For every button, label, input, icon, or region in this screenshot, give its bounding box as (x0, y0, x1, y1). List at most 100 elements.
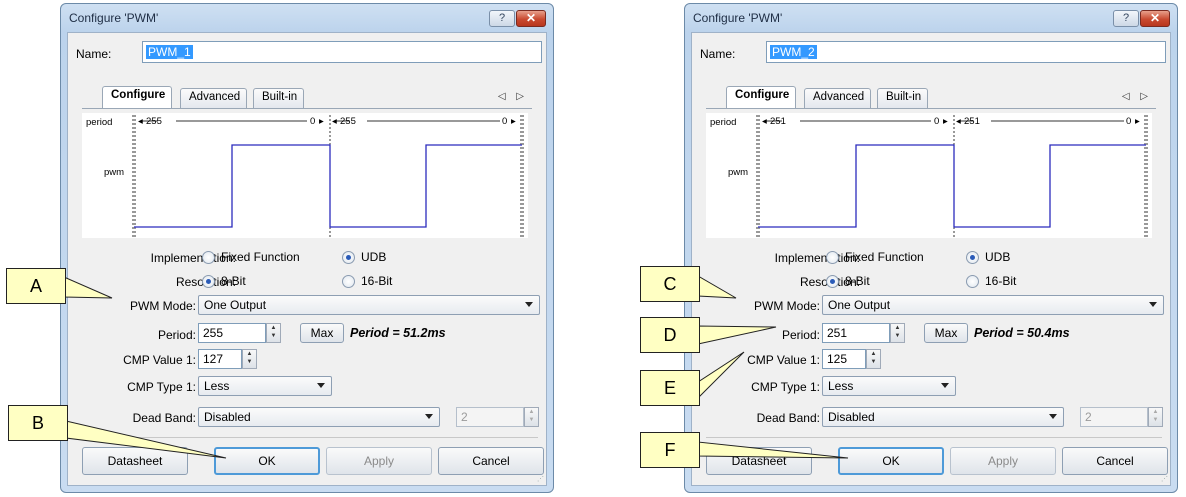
name-value: PWM_1 (146, 45, 193, 59)
name-label: Name: (76, 47, 112, 61)
tab-built-in[interactable]: Built-in (253, 88, 305, 108)
help-button[interactable]: ? (489, 10, 515, 27)
dropdown-arrow-icon (1049, 414, 1057, 419)
count-start: 255 (146, 116, 162, 127)
dialog-title: Configure 'PWM' (693, 11, 783, 25)
datasheet-button[interactable]: Datasheet (706, 447, 812, 475)
resolution-16bit-radio[interactable]: 16-Bit (342, 274, 392, 288)
period-markers (756, 115, 1148, 238)
resize-grip-icon[interactable]: ⋰ (1161, 476, 1168, 483)
dropdown-arrow-icon (1149, 302, 1157, 307)
implementation-udb-radio[interactable]: UDB (966, 250, 1010, 264)
period-spinner[interactable]: ▲ ▼ (890, 323, 905, 343)
implementation-fixed-function-radio[interactable]: Fixed Function (826, 250, 924, 264)
waveform-diagram: period pwm ◂ 251 0 ▸ ◂ 251 0 ▸ (710, 115, 1148, 238)
count-end: 0 (310, 116, 315, 127)
implementation-fixed-function-radio[interactable]: Fixed Function (202, 250, 300, 264)
waveform-preview: period pwm ◂ 251 0 ▸ ◂ 251 0 ▸ (706, 113, 1152, 238)
svg-text:◂: ◂ (332, 116, 337, 127)
pwm-axis-label: pwm (104, 167, 124, 178)
close-button[interactable]: ✕ (516, 10, 546, 27)
implementation-udb-radio[interactable]: UDB (342, 250, 386, 264)
radio-on-icon (202, 274, 215, 288)
tab-configure[interactable]: Configure (726, 86, 797, 108)
callout-a: A (6, 268, 66, 304)
cmp-value-1-input[interactable]: 125 (822, 349, 866, 369)
cmp-value-1-spinner[interactable]: ▲ ▼ (866, 349, 881, 369)
svg-text:◂: ◂ (762, 116, 767, 127)
max-button[interactable]: Max (924, 323, 968, 343)
close-button[interactable]: ✕ (1140, 10, 1170, 27)
ok-button[interactable]: OK (838, 447, 944, 475)
resize-grip-icon[interactable]: ⋰ (537, 476, 544, 483)
tab-advanced[interactable]: Advanced (180, 88, 248, 108)
cmp-value-1-label: CMP Value 1: (123, 353, 196, 367)
tab-built-in[interactable]: Built-in (877, 88, 929, 108)
count-end: 0 (934, 116, 939, 127)
pwm-mode-select[interactable]: One Output (198, 295, 540, 315)
pwm-mode-select[interactable]: One Output (822, 295, 1164, 315)
radio-off-icon (966, 274, 979, 288)
pwm-mode-label: PWM Mode: (129, 299, 196, 313)
computed-period: Period = 50.4ms (974, 326, 1070, 340)
callout-c: C (640, 266, 700, 302)
count-end: 0 (502, 116, 507, 127)
cmp-value-1-label: CMP Value 1: (747, 353, 820, 367)
dead-band-select[interactable]: Disabled (198, 407, 440, 427)
max-button[interactable]: Max (300, 323, 344, 343)
tab-scroll-arrows-icon[interactable]: ◁ ▷ (498, 91, 528, 102)
tab-advanced[interactable]: Advanced (804, 88, 872, 108)
button-row-divider (706, 437, 1162, 438)
datasheet-button[interactable]: Datasheet (82, 447, 188, 475)
help-button[interactable]: ? (1113, 10, 1139, 27)
pwm-mode-label: PWM Mode: (753, 299, 820, 313)
cmp-type-1-select[interactable]: Less (198, 376, 332, 396)
title-bar[interactable]: Configure 'PWM' ? ✕ (685, 4, 1177, 32)
pwm-trace (134, 144, 522, 228)
period-spinner[interactable]: ▲ ▼ (266, 323, 281, 343)
dropdown-arrow-icon (317, 383, 325, 388)
resolution-8bit-radio[interactable]: 8-Bit (826, 274, 870, 288)
pwm-config-dialog-2: Configure 'PWM' ? ✕ Name: PWM_2 Configur… (684, 3, 1178, 493)
count-end: 0 (1126, 116, 1131, 127)
cmp-value-1-input[interactable]: 127 (198, 349, 242, 369)
resolution-8bit-radio[interactable]: 8-Bit (202, 274, 246, 288)
resolution-16bit-radio[interactable]: 16-Bit (966, 274, 1016, 288)
dead-band-count-input: 2 (1080, 407, 1148, 427)
dialog-body: Name: PWM_1 Configure Advanced Built-in … (67, 32, 547, 486)
ok-button[interactable]: OK (214, 447, 320, 475)
cancel-button[interactable]: Cancel (438, 447, 544, 475)
period-label: Period: (781, 328, 820, 342)
dead-band-count-spinner: ▲ ▼ (524, 407, 539, 427)
tab-scroll-arrows-icon[interactable]: ◁ ▷ (1122, 91, 1152, 102)
count-start: 255 (340, 116, 356, 127)
tab-configure[interactable]: Configure (102, 86, 173, 108)
apply-button: Apply (950, 447, 1056, 475)
name-input[interactable]: PWM_2 (766, 41, 1166, 63)
radio-on-icon (826, 274, 839, 288)
name-value: PWM_2 (770, 45, 817, 59)
count-start: 251 (770, 116, 786, 127)
callout-b: B (8, 405, 68, 441)
dead-band-select[interactable]: Disabled (822, 407, 1064, 427)
dialog-title: Configure 'PWM' (69, 11, 159, 25)
callout-e: E (640, 370, 700, 406)
dead-band-label: Dead Band: (132, 411, 196, 425)
dead-band-count-spinner: ▲ ▼ (1148, 407, 1163, 427)
dialog-body: Name: PWM_2 Configure Advanced Built-in … (691, 32, 1171, 486)
cancel-button[interactable]: Cancel (1062, 447, 1168, 475)
radio-on-icon (966, 250, 979, 264)
svg-text:▸: ▸ (943, 116, 948, 127)
cmp-type-1-select[interactable]: Less (822, 376, 956, 396)
period-input[interactable]: 251 (822, 323, 890, 343)
cmp-value-1-spinner[interactable]: ▲ ▼ (242, 349, 257, 369)
button-row-divider (82, 437, 538, 438)
dropdown-arrow-icon (525, 302, 533, 307)
period-markers (132, 115, 524, 238)
pwm-axis-label: pwm (728, 167, 748, 178)
name-input[interactable]: PWM_1 (142, 41, 542, 63)
callout-f: F (640, 432, 700, 468)
period-input[interactable]: 255 (198, 323, 266, 343)
title-bar[interactable]: Configure 'PWM' ? ✕ (61, 4, 553, 32)
dropdown-arrow-icon (425, 414, 433, 419)
